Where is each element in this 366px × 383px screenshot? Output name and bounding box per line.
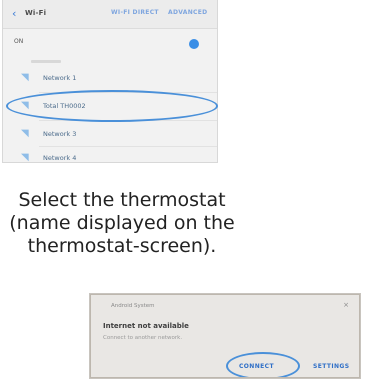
- wifi-direct-button[interactable]: WI-FI DIRECT: [111, 9, 159, 16]
- instruction-line-3: thermostat-screen).: [27, 235, 217, 257]
- close-icon[interactable]: ×: [343, 301, 349, 309]
- wifi-toggle-switch[interactable]: [182, 39, 199, 49]
- dialog-body: Connect to another network.: [103, 335, 183, 341]
- highlight-ellipse: [226, 352, 300, 377]
- network-label: Network 4: [43, 154, 77, 162]
- dialog-heading: Internet not available: [103, 322, 189, 330]
- back-arrow-icon[interactable]: ‹: [12, 7, 16, 21]
- wifi-title: Wi-Fi: [25, 9, 47, 17]
- network-label: Network 3: [43, 130, 77, 138]
- toggle-label: ON: [14, 38, 24, 45]
- instruction-line-1: Select the thermostat: [18, 189, 226, 211]
- network-label: Network 1: [43, 74, 77, 82]
- dialog-screenshot: Android System × Internet not available …: [90, 294, 360, 378]
- network-item[interactable]: ◥ Network 3: [3, 126, 217, 148]
- status-placeholder: [31, 60, 61, 63]
- wifi-icon: ◥: [21, 128, 29, 139]
- wifi-icon: ◥: [21, 152, 29, 163]
- divider: [39, 146, 217, 147]
- dialog-title: Android System: [111, 303, 155, 309]
- highlight-ellipse: [6, 90, 218, 122]
- instruction-text: Select the thermostat (name displayed on…: [0, 189, 244, 258]
- wifi-list-screenshot: ‹ Wi-Fi WI-FI DIRECT ADVANCED ON ◥ Netwo…: [3, 0, 217, 162]
- wifi-header: ‹ Wi-Fi WI-FI DIRECT ADVANCED: [3, 0, 217, 29]
- network-item[interactable]: ◥ Network 4: [3, 150, 217, 163]
- advanced-button[interactable]: ADVANCED: [168, 9, 207, 16]
- wifi-icon: ◥: [21, 72, 29, 83]
- wifi-toggle-row[interactable]: ON: [3, 36, 217, 54]
- network-item[interactable]: ◥ Network 1: [3, 70, 217, 92]
- instruction-line-2: (name displayed on the: [9, 212, 235, 234]
- settings-button[interactable]: SETTINGS: [313, 363, 349, 370]
